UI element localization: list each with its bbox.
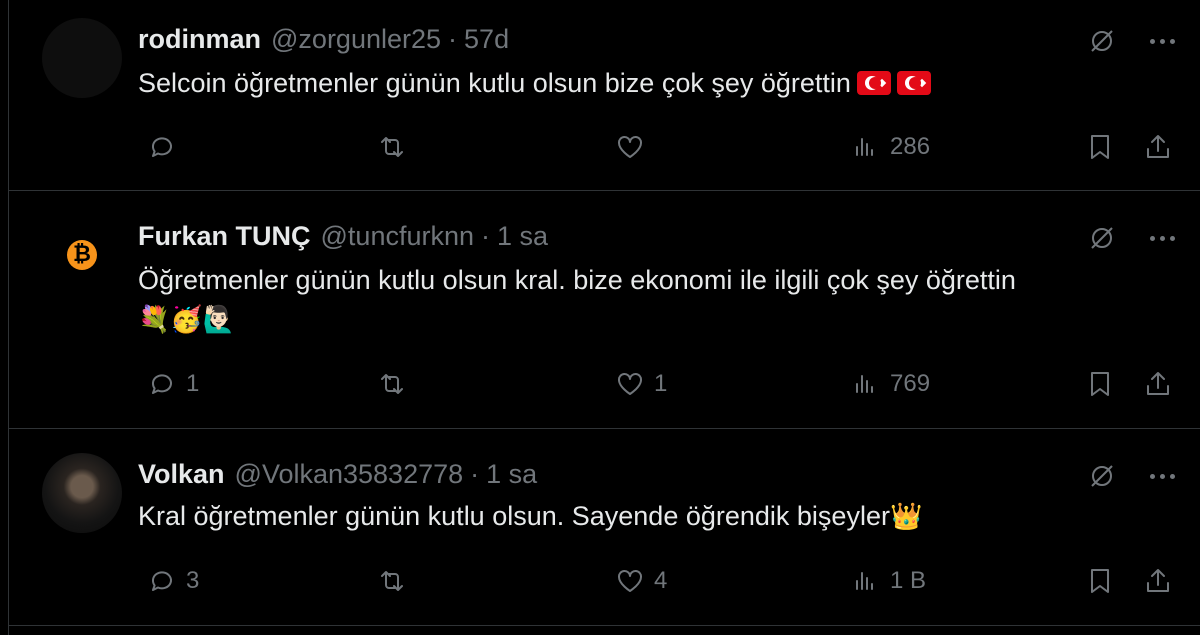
turkey-flag-icon bbox=[856, 71, 891, 95]
share-icon bbox=[1147, 372, 1169, 395]
action-bar: 1 1 769 bbox=[138, 364, 1200, 404]
bookmark-icon bbox=[1091, 372, 1109, 396]
reply-feed: rodinman @zorgunler25 · 57d Selcoin öğre… bbox=[8, 0, 1200, 635]
bookmark-button[interactable] bbox=[1084, 561, 1116, 601]
reply-count: 3 bbox=[186, 567, 200, 594]
views-icon bbox=[856, 572, 873, 590]
grok-icon[interactable] bbox=[1085, 24, 1119, 58]
grok-icon[interactable] bbox=[1085, 221, 1119, 255]
tweet-text-content: Kral öğretmenler günün kutlu olsun. Saye… bbox=[138, 501, 890, 531]
user-handle[interactable]: @tuncfurknn bbox=[321, 221, 474, 252]
bookmark-button[interactable] bbox=[1084, 364, 1116, 404]
more-icon[interactable] bbox=[1145, 24, 1179, 58]
tweet-top-icons bbox=[1085, 24, 1179, 58]
retweet-icon bbox=[381, 137, 403, 157]
like-count: 1 bbox=[654, 370, 668, 397]
like-button[interactable] bbox=[614, 127, 654, 167]
avatar[interactable]: ₿ bbox=[42, 215, 122, 295]
tweet-top-icons bbox=[1085, 221, 1179, 255]
bitcoin-icon: ₿ bbox=[67, 240, 97, 270]
heart-icon bbox=[618, 136, 642, 158]
bookmark-button[interactable] bbox=[1084, 127, 1116, 167]
views-button[interactable]: 769 bbox=[850, 364, 930, 404]
timestamp[interactable]: 57d bbox=[464, 24, 509, 55]
reply-count: 1 bbox=[186, 370, 200, 397]
retweet-button[interactable] bbox=[376, 364, 416, 404]
tweet-header: Volkan @Volkan35832778 · 1 sa bbox=[138, 454, 537, 494]
separator-dot: · bbox=[470, 458, 480, 489]
bookmark-icon bbox=[1091, 569, 1109, 593]
views-button[interactable]: 286 bbox=[850, 127, 930, 167]
retweet-icon bbox=[381, 571, 403, 591]
view-count: 1 B bbox=[890, 567, 927, 594]
like-button[interactable]: 1 bbox=[614, 364, 667, 404]
share-button[interactable] bbox=[1142, 561, 1174, 601]
reply-button[interactable]: 3 bbox=[146, 561, 199, 601]
reply-tweet[interactable]: Volkan @Volkan35832778 · 1 sa Kral öğret… bbox=[9, 429, 1200, 626]
share-icon bbox=[1147, 569, 1169, 592]
display-name[interactable]: Furkan TUNÇ bbox=[138, 221, 311, 252]
more-icon[interactable] bbox=[1145, 459, 1179, 493]
share-button[interactable] bbox=[1142, 127, 1174, 167]
separator-dot: · bbox=[481, 220, 490, 251]
avatar[interactable] bbox=[42, 18, 122, 98]
reply-button[interactable]: 1 bbox=[146, 364, 199, 404]
tweet-top-icons bbox=[1085, 459, 1179, 493]
user-handle[interactable]: @Volkan35832778 bbox=[235, 459, 464, 490]
tweet-text-content: Öğretmenler günün kutlu olsun kral. bize… bbox=[138, 265, 1016, 295]
heart-icon bbox=[618, 570, 642, 592]
bookmark-icon bbox=[1091, 135, 1109, 159]
retweet-button[interactable] bbox=[376, 127, 416, 167]
avatar[interactable] bbox=[42, 453, 122, 533]
tweet-header: rodinman @zorgunler25 · 57d bbox=[138, 19, 509, 59]
tweet-text-content: Selcoin öğretmenler günün kutlu olsun bi… bbox=[138, 68, 851, 98]
share-button[interactable] bbox=[1142, 364, 1174, 404]
separator-dot: · bbox=[448, 23, 458, 54]
turkey-flag-icon bbox=[896, 71, 931, 95]
reply-icon bbox=[151, 571, 172, 591]
timestamp[interactable]: 1 sa bbox=[497, 221, 548, 252]
views-icon bbox=[856, 138, 873, 156]
more-icon[interactable] bbox=[1145, 221, 1179, 255]
view-count: 286 bbox=[890, 133, 931, 160]
like-button[interactable]: 4 bbox=[614, 561, 667, 601]
tweet-text: Selcoin öğretmenler günün kutlu olsun bi… bbox=[138, 63, 1161, 103]
action-bar: 3 4 1 B bbox=[138, 561, 1200, 601]
heart-icon bbox=[618, 373, 642, 395]
reply-button[interactable] bbox=[146, 127, 186, 167]
crown-emoji: 👑 bbox=[889, 502, 923, 532]
tweet-text: Kral öğretmenler günün kutlu olsun. Saye… bbox=[138, 496, 1161, 537]
views-button[interactable]: 1 B bbox=[850, 561, 926, 601]
tweet-text: Öğretmenler günün kutlu olsun kral. bize… bbox=[138, 260, 1161, 340]
reply-icon bbox=[151, 137, 172, 157]
reply-tweet[interactable]: rodinman @zorgunler25 · 57d Selcoin öğre… bbox=[9, 0, 1200, 191]
retweet-button[interactable] bbox=[376, 561, 416, 601]
views-icon bbox=[856, 375, 873, 393]
retweet-icon bbox=[381, 374, 403, 394]
user-handle[interactable]: @zorgunler25 bbox=[271, 24, 441, 55]
like-count: 4 bbox=[654, 567, 668, 594]
action-bar: 286 bbox=[138, 127, 1200, 167]
display-name[interactable]: rodinman bbox=[138, 24, 261, 55]
reply-tweet[interactable]: ₿ Furkan TUNÇ @tuncfurknn · 1 sa Öğretme… bbox=[9, 191, 1200, 429]
share-icon bbox=[1147, 135, 1169, 158]
tweet-header: Furkan TUNÇ @tuncfurknn · 1 sa bbox=[138, 216, 548, 256]
view-count: 769 bbox=[890, 370, 931, 397]
grok-icon[interactable] bbox=[1085, 459, 1119, 493]
timestamp[interactable]: 1 sa bbox=[486, 459, 537, 490]
emoji-line: 💐🥳🙋🏻‍♂️ bbox=[138, 305, 236, 335]
display-name[interactable]: Volkan bbox=[138, 459, 225, 490]
reply-icon bbox=[151, 374, 172, 394]
